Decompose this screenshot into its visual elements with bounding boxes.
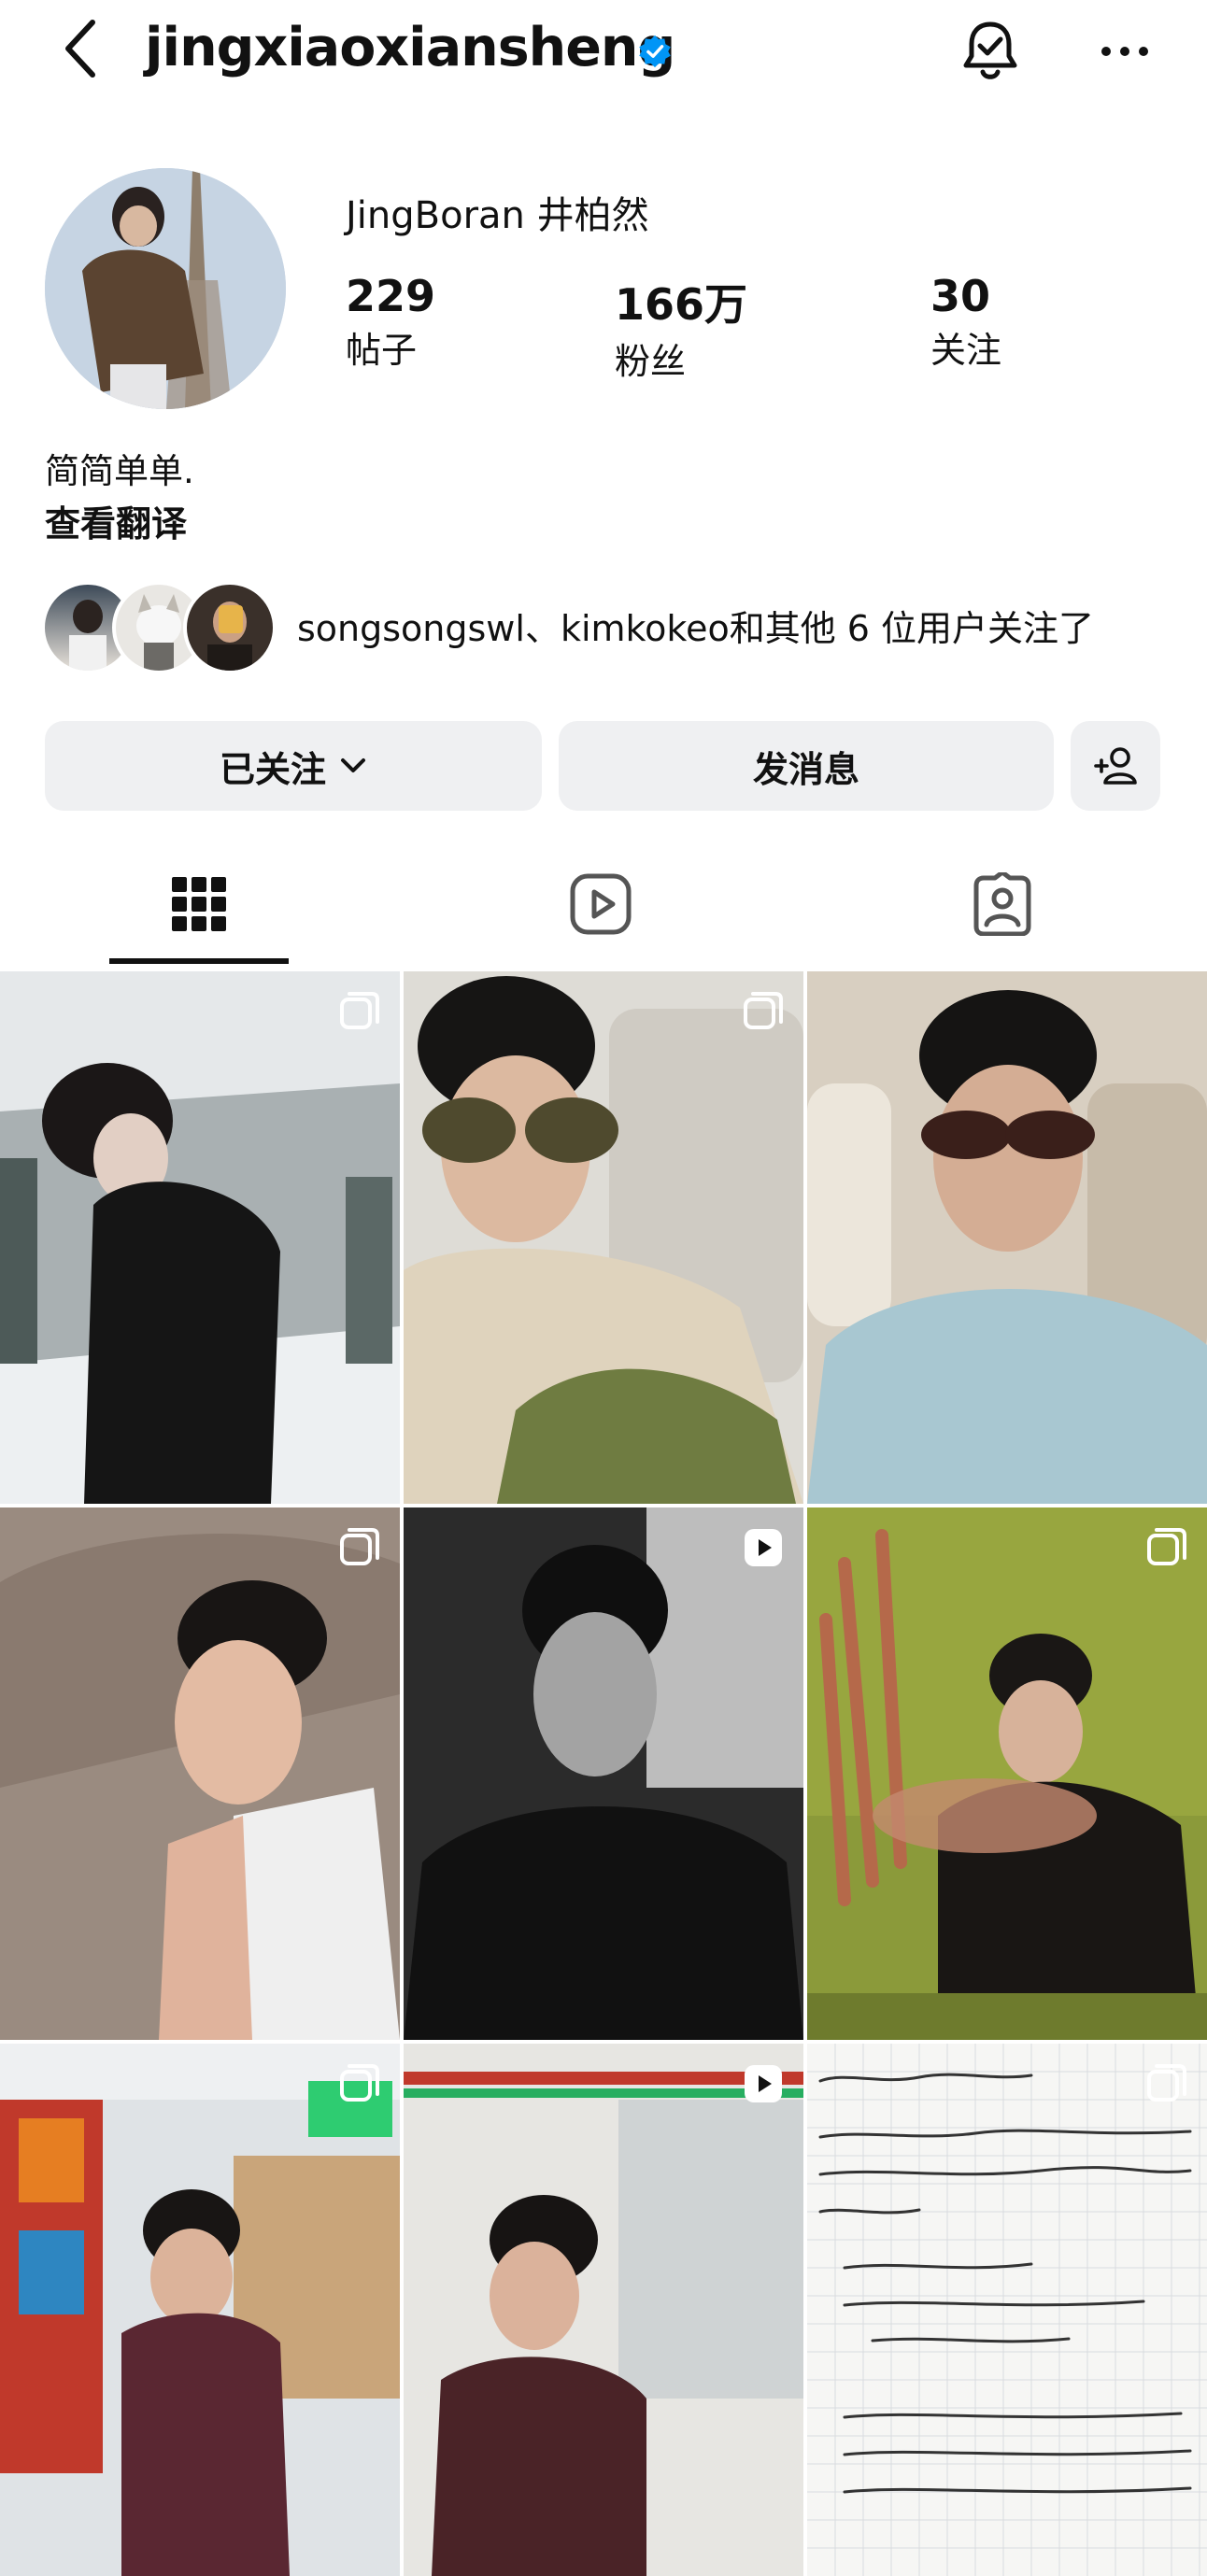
tab-posts[interactable] (115, 848, 283, 960)
post-thumbnail (0, 1507, 400, 2040)
grid-post[interactable] (807, 971, 1207, 1504)
bell-check-icon (963, 21, 1017, 79)
suggest-people-button[interactable] (1071, 721, 1160, 811)
grid-post[interactable] (404, 1507, 803, 2040)
back-button[interactable] (47, 11, 112, 86)
grid-post[interactable] (0, 1507, 400, 2040)
carousel-icon (1147, 2064, 1186, 2102)
display-name: JingBoran 井柏然 (346, 194, 649, 237)
followed-by-row[interactable]: songsongswl、kimkokeo和其他 6 位用户关注了 (0, 570, 1207, 682)
notification-bell-button[interactable] (951, 9, 1030, 93)
following-label: 已关注 (219, 748, 326, 790)
post-thumbnail (807, 971, 1207, 1504)
following-button[interactable]: 已关注 (45, 721, 542, 811)
grid-icon (172, 877, 226, 931)
stat-posts-label: 帖子 (346, 330, 418, 371)
grid-post[interactable] (807, 1507, 1207, 2040)
tagged-icon (973, 872, 1031, 936)
carousel-icon (340, 1528, 379, 1565)
active-tab-indicator (109, 958, 289, 964)
profile-username: jingxiaoxiansheng (145, 17, 675, 78)
stat-followers-value: 166万 (615, 279, 748, 330)
avatar-image (45, 168, 286, 409)
reels-icon (570, 873, 632, 935)
stat-posts-value: 229 (346, 271, 436, 321)
followed-by-text: songsongswl、kimkokeo和其他 6 位用户关注了 (297, 608, 1095, 649)
carousel-icon (1147, 1528, 1186, 1565)
post-thumbnail (404, 1507, 803, 2040)
more-options-button[interactable] (1093, 19, 1157, 84)
post-thumbnail (404, 971, 803, 1504)
profile-avatar[interactable] (45, 168, 286, 409)
stat-posts[interactable]: 229 帖子 (346, 271, 435, 373)
verified-badge-icon (639, 35, 671, 68)
carousel-icon (340, 2064, 379, 2102)
message-button[interactable]: 发消息 (559, 721, 1054, 811)
grid-post[interactable] (404, 2044, 803, 2576)
back-arrow-icon (65, 20, 95, 78)
mutual-avatar-3 (183, 581, 277, 674)
post-thumbnail (404, 2044, 803, 2576)
see-translation-link[interactable]: 查看翻译 (45, 495, 187, 546)
carousel-icon (744, 992, 783, 1029)
chevron-down-icon (341, 758, 365, 772)
grid-post[interactable] (807, 2044, 1207, 2576)
reel-play-icon (745, 2065, 782, 2102)
stat-followers[interactable]: 166万 粉丝 (615, 271, 747, 384)
stat-followers-label: 粉丝 (615, 341, 687, 382)
grid-post[interactable] (0, 2044, 400, 2576)
post-thumbnail (807, 1507, 1207, 2040)
more-dots-icon (1101, 47, 1148, 56)
stat-following-label: 关注 (930, 330, 1002, 371)
message-label: 发消息 (752, 748, 859, 790)
grid-post[interactable] (0, 971, 400, 1504)
stat-following[interactable]: 30 关注 (930, 271, 1001, 373)
carousel-icon (340, 992, 379, 1029)
tab-tagged[interactable] (918, 848, 1086, 960)
reel-play-icon (745, 1529, 782, 1566)
add-person-icon (1094, 747, 1137, 785)
stat-following-value: 30 (930, 271, 991, 321)
bio-text: 简简单单. (45, 451, 194, 491)
post-thumbnail (0, 971, 400, 1504)
posts-grid (0, 971, 1207, 2576)
tab-reels[interactable] (517, 848, 685, 960)
post-thumbnail (0, 2044, 400, 2576)
grid-post[interactable] (404, 971, 803, 1504)
post-thumbnail (807, 2044, 1207, 2576)
